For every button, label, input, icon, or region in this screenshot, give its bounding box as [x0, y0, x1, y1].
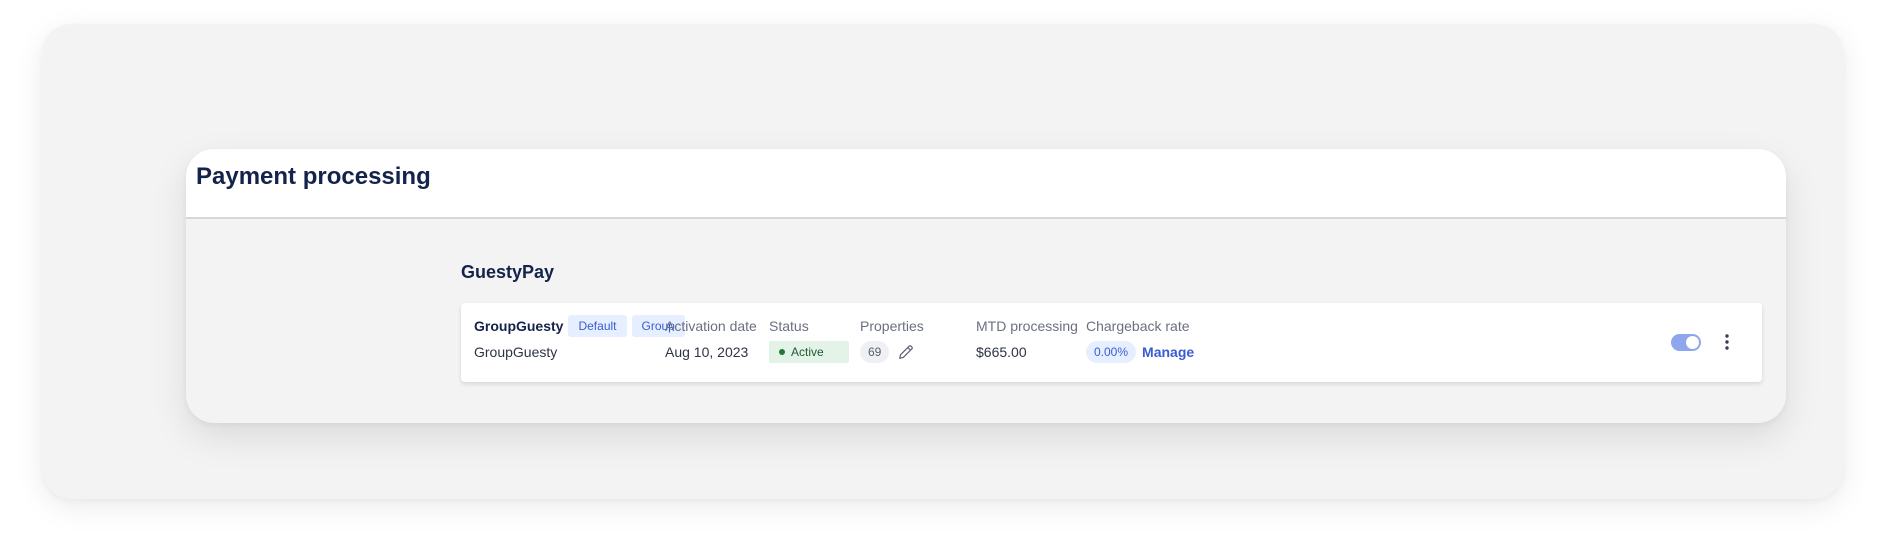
outer-frame: Payment processing GuestyPay GroupGuesty…: [42, 24, 1844, 499]
status-label: Status: [769, 318, 809, 334]
status-badge: Active: [769, 341, 849, 363]
mtd-column: MTD processing $665.00: [976, 317, 1078, 361]
manage-link[interactable]: Manage: [1142, 344, 1194, 360]
activation-column: Activation date Aug 10, 2023: [665, 317, 757, 361]
status-value: Active: [791, 345, 824, 359]
status-dot-icon: [779, 349, 785, 355]
toggle-knob: [1686, 336, 1699, 349]
provider-name: GroupGuesty: [474, 318, 564, 334]
chargeback-label: Chargeback rate: [1086, 318, 1190, 334]
provider-subtitle: GroupGuesty: [474, 344, 558, 360]
pencil-icon[interactable]: [897, 343, 915, 361]
provider-row: GroupGuesty Default Group GroupGuesty Ac…: [461, 303, 1762, 382]
card-header: Payment processing: [186, 149, 1786, 219]
properties-label: Properties: [860, 318, 924, 334]
activation-value: Aug 10, 2023: [665, 344, 749, 360]
page-title: Payment processing: [196, 163, 431, 190]
mtd-label: MTD processing: [976, 318, 1078, 334]
default-tag: Default: [568, 315, 627, 337]
properties-count: 69: [860, 341, 890, 363]
section-title: GuestyPay: [461, 262, 555, 282]
mtd-value: $665.00: [976, 344, 1027, 360]
activation-label: Activation date: [665, 318, 757, 334]
status-column: Status Active: [769, 317, 849, 363]
payment-processing-card: Payment processing GuestyPay GroupGuesty…: [186, 149, 1786, 423]
provider-name-column: GroupGuesty Default Group GroupGuesty: [474, 315, 685, 361]
properties-column: Properties 69: [860, 317, 924, 363]
chargeback-rate: 0.00%: [1086, 341, 1137, 363]
provider-enabled-toggle[interactable]: [1671, 334, 1701, 351]
chargeback-column: Chargeback rate 0.00% Manage: [1086, 317, 1194, 363]
more-vertical-icon[interactable]: [1722, 332, 1732, 352]
